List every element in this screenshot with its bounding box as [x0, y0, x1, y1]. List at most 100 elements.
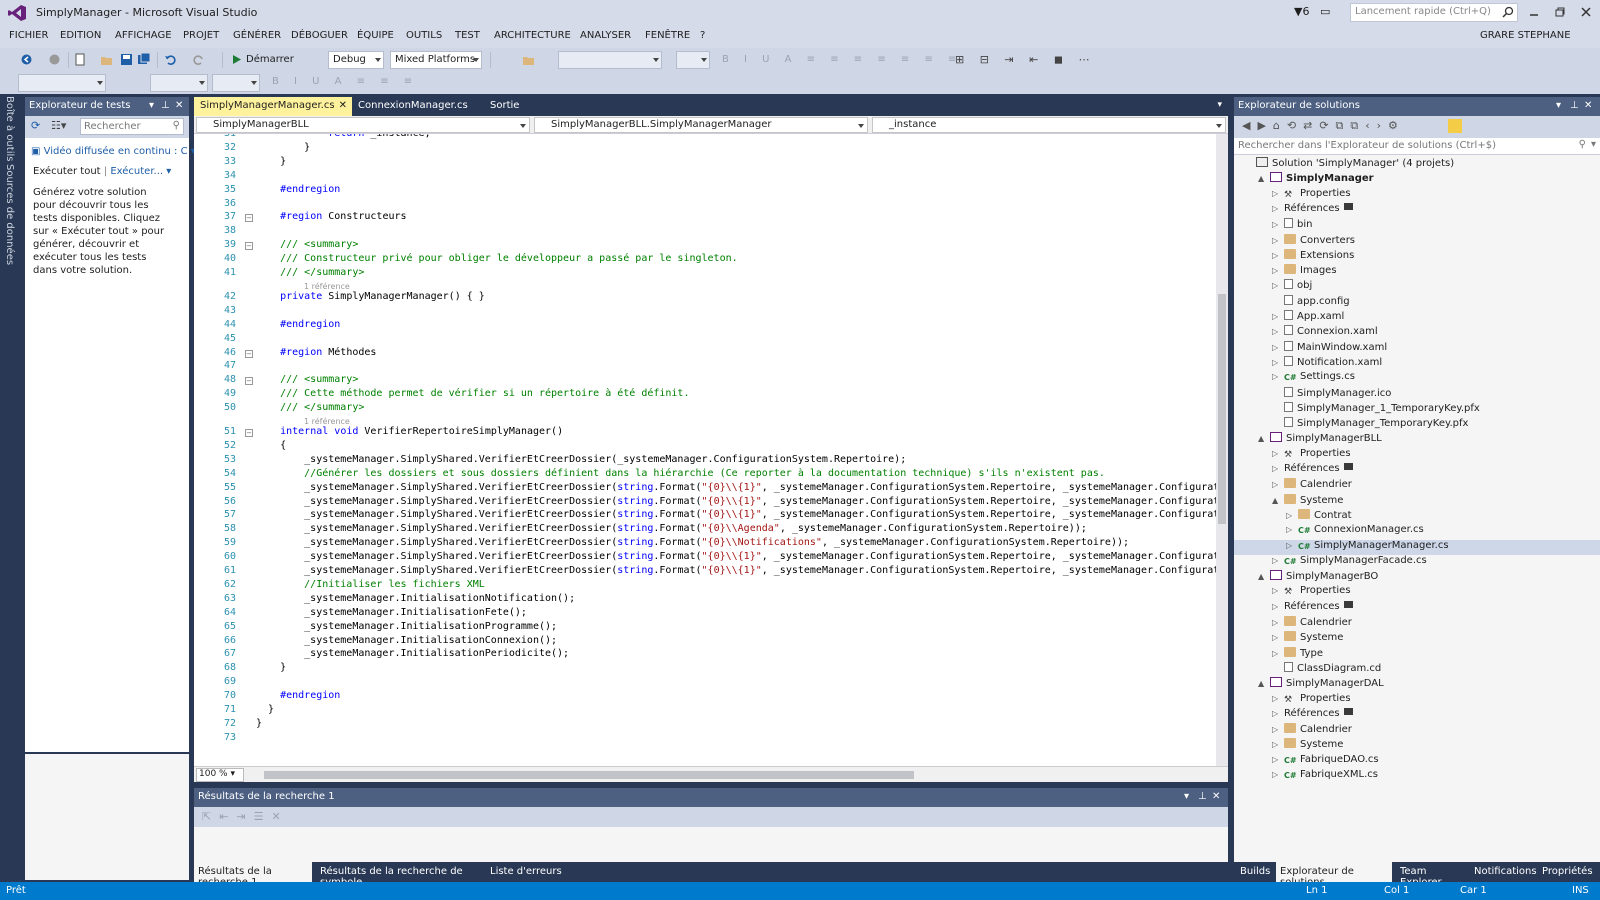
code-line[interactable]: _systemeManager.InitialisationProgramme(…: [256, 621, 557, 632]
vertical-scroll-thumb[interactable]: [1218, 294, 1226, 524]
code-line[interactable]: /// <summary>: [256, 374, 358, 385]
back-icon[interactable]: [20, 53, 33, 66]
tab-find-results[interactable]: Résultats de la recherche 1: [194, 862, 312, 888]
formatting-buttons[interactable]: B I U A ≡ ≡ ≡ ≡ ≡ ≡ ≡: [722, 54, 962, 65]
tree-item[interactable]: ▷ ⚒ Properties: [1234, 693, 1600, 708]
pin-icon[interactable]: ⊥: [161, 100, 170, 111]
expand-arrow-icon[interactable]: ▷: [1286, 511, 1298, 520]
panel-menu-icon[interactable]: ▾: [1184, 791, 1189, 802]
tree-folder[interactable]: ▷ Images: [1234, 264, 1600, 279]
open-file-icon[interactable]: [100, 53, 113, 66]
menu-projet[interactable]: PROJET: [183, 30, 219, 41]
tree-folder[interactable]: ▷ Calendrier: [1234, 723, 1600, 738]
tree-item[interactable]: ▷ ⚒ Properties: [1234, 448, 1600, 463]
menu-outils[interactable]: OUTILS: [406, 30, 442, 41]
code-line[interactable]: }: [256, 662, 286, 673]
tree-item[interactable]: ▷ Références: [1234, 707, 1600, 723]
menu-test[interactable]: TEST: [455, 30, 480, 41]
data-sources-tab[interactable]: Sources de données: [4, 164, 15, 265]
solution-search-input[interactable]: Rechercher dans l'Explorateur de solutio…: [1234, 138, 1600, 155]
expand-arrow-icon[interactable]: ▷: [1286, 541, 1298, 550]
tree-project[interactable]: ▲ SimplyManagerBLL: [1234, 432, 1600, 447]
expand-arrow-icon[interactable]: ▷: [1272, 602, 1284, 611]
member-nav-select[interactable]: _instance: [872, 117, 1226, 133]
tab-builds[interactable]: Builds: [1236, 862, 1274, 882]
close-panel-icon[interactable]: ✕: [175, 100, 183, 111]
class-nav-select[interactable]: SimplyManagerBLL.SimplyManagerManager: [534, 117, 868, 133]
code-line[interactable]: internal void VerifierRepertoireSimplyMa…: [256, 426, 563, 437]
menu-fichier[interactable]: FICHIER: [9, 30, 48, 41]
collapse-region-icon[interactable]: −: [245, 242, 253, 251]
new-project-icon[interactable]: [74, 53, 87, 66]
tree-item[interactable]: SimplyManager_TemporaryKey.pfx: [1234, 417, 1600, 432]
tree-item[interactable]: app.config: [1234, 294, 1600, 310]
expand-arrow-icon[interactable]: ▷: [1272, 556, 1284, 565]
reference-count-hint[interactable]: 1 référence: [304, 282, 350, 291]
expand-arrow-icon[interactable]: ▷: [1272, 649, 1284, 658]
expand-arrow-icon[interactable]: ▷: [1272, 618, 1284, 627]
tree-folder[interactable]: ▷ Systeme: [1234, 631, 1600, 646]
tree-item[interactable]: ▷ C# FabriqueXML.cs: [1234, 769, 1600, 784]
tree-item[interactable]: ▷ C# SimplyManagerManager.cs: [1234, 539, 1600, 555]
code-line[interactable]: }: [256, 704, 274, 715]
expand-arrow-icon[interactable]: ▷: [1272, 740, 1284, 749]
expand-arrow-icon[interactable]: ▷: [1272, 725, 1284, 734]
tab-notifications[interactable]: Notifications: [1470, 862, 1537, 882]
text-format-buttons[interactable]: B I U A ≡ ≡ ≡: [272, 76, 418, 87]
tree-item[interactable]: SimplyManager_1_TemporaryKey.pfx: [1234, 401, 1600, 417]
code-line[interactable]: /// Cette méthode permet de vérifier si …: [256, 388, 689, 399]
live-video-link[interactable]: ▣ Vidéo diffusée en continu : C ▾: [31, 146, 196, 157]
undo-icon[interactable]: [164, 53, 177, 66]
pin-icon[interactable]: ⊥: [1198, 791, 1207, 802]
panel-menu-icon[interactable]: ▾: [1556, 100, 1561, 111]
code-line[interactable]: #endregion: [256, 184, 340, 195]
size-combo[interactable]: [212, 74, 260, 92]
menu-help[interactable]: ?: [700, 30, 705, 41]
save-icon[interactable]: [120, 53, 133, 66]
menu-equipe[interactable]: ÉQUIPE: [357, 30, 394, 41]
tree-item[interactable]: ▷ MainWindow.xaml: [1234, 340, 1600, 356]
code-line[interactable]: _systemeManager.SimplyShared.VerifierEtC…: [256, 509, 1216, 520]
tree-folder[interactable]: ▷ Type: [1234, 646, 1600, 662]
font-size-combo[interactable]: [676, 51, 710, 69]
expand-arrow-icon[interactable]: ▷: [1272, 358, 1284, 367]
code-line[interactable]: _systemeManager.SimplyShared.VerifierEtC…: [256, 482, 1216, 493]
start-button[interactable]: Démarrer: [246, 54, 294, 65]
tree-item[interactable]: SimplyManager.ico: [1234, 386, 1600, 402]
tree-item[interactable]: ▷ C# ConnexionManager.cs: [1234, 524, 1600, 539]
font-combo[interactable]: [150, 74, 208, 92]
expand-arrow-icon[interactable]: ▷: [1272, 204, 1284, 213]
expand-arrow-icon[interactable]: ▷: [1272, 189, 1284, 198]
solution-toolbar-buttons[interactable]: ◀▶⌂⟲⇄⟳⧉⧉‹›⚙: [1242, 119, 1405, 133]
collapse-region-icon[interactable]: −: [245, 429, 253, 437]
expand-arrow-icon[interactable]: ▷: [1272, 449, 1284, 458]
tree-item[interactable]: ▷ Notification.xaml: [1234, 355, 1600, 371]
quick-launch-input[interactable]: Lancement rapide (Ctrl+Q): [1350, 3, 1518, 22]
results-nav-buttons[interactable]: ⇱⇤⇥☰✕: [202, 810, 289, 823]
tree-item[interactable]: ▷ Références: [1234, 600, 1600, 616]
tree-item[interactable]: ▷ C# Settings.cs: [1234, 371, 1600, 386]
expand-arrow-icon[interactable]: ▷: [1272, 312, 1284, 321]
tree-item[interactable]: ▷ C# SimplyManagerFacade.cs: [1234, 555, 1600, 570]
code-line[interactable]: }: [256, 156, 286, 167]
active-toggle-icon[interactable]: [1448, 119, 1462, 133]
group-by-icon[interactable]: ☷▾: [51, 119, 66, 132]
menu-fenetre[interactable]: FENÊTRE: [645, 30, 690, 41]
tree-item[interactable]: ▷ bin: [1234, 218, 1600, 233]
expand-arrow-icon[interactable]: ▷: [1272, 372, 1284, 381]
tab-connexionmanager[interactable]: ConnexionManager.cs: [352, 97, 480, 116]
code-line[interactable]: _systemeManager.SimplyShared.VerifierEtC…: [256, 537, 1129, 548]
collapse-arrow-icon[interactable]: ▲: [1258, 174, 1270, 183]
menu-edition[interactable]: EDITION: [60, 30, 101, 41]
tree-item[interactable]: ▷ Références: [1234, 463, 1600, 478]
expand-arrow-icon[interactable]: ▷: [1286, 525, 1298, 534]
expand-arrow-icon[interactable]: ▷: [1272, 770, 1284, 779]
collapse-arrow-icon[interactable]: ▲: [1258, 434, 1270, 443]
tree-item[interactable]: ▷ ⚒ Properties: [1234, 188, 1600, 203]
expand-arrow-icon[interactable]: ▷: [1272, 586, 1284, 595]
tree-item[interactable]: ▷ ⚒ Properties: [1234, 585, 1600, 600]
feedback-icon[interactable]: ▭: [1320, 5, 1330, 18]
tree-item[interactable]: ClassDiagram.cd: [1234, 661, 1600, 677]
code-line[interactable]: _systemeManager.SimplyShared.VerifierEtC…: [256, 551, 1216, 562]
tree-folder[interactable]: ▲ Systeme: [1234, 493, 1600, 509]
